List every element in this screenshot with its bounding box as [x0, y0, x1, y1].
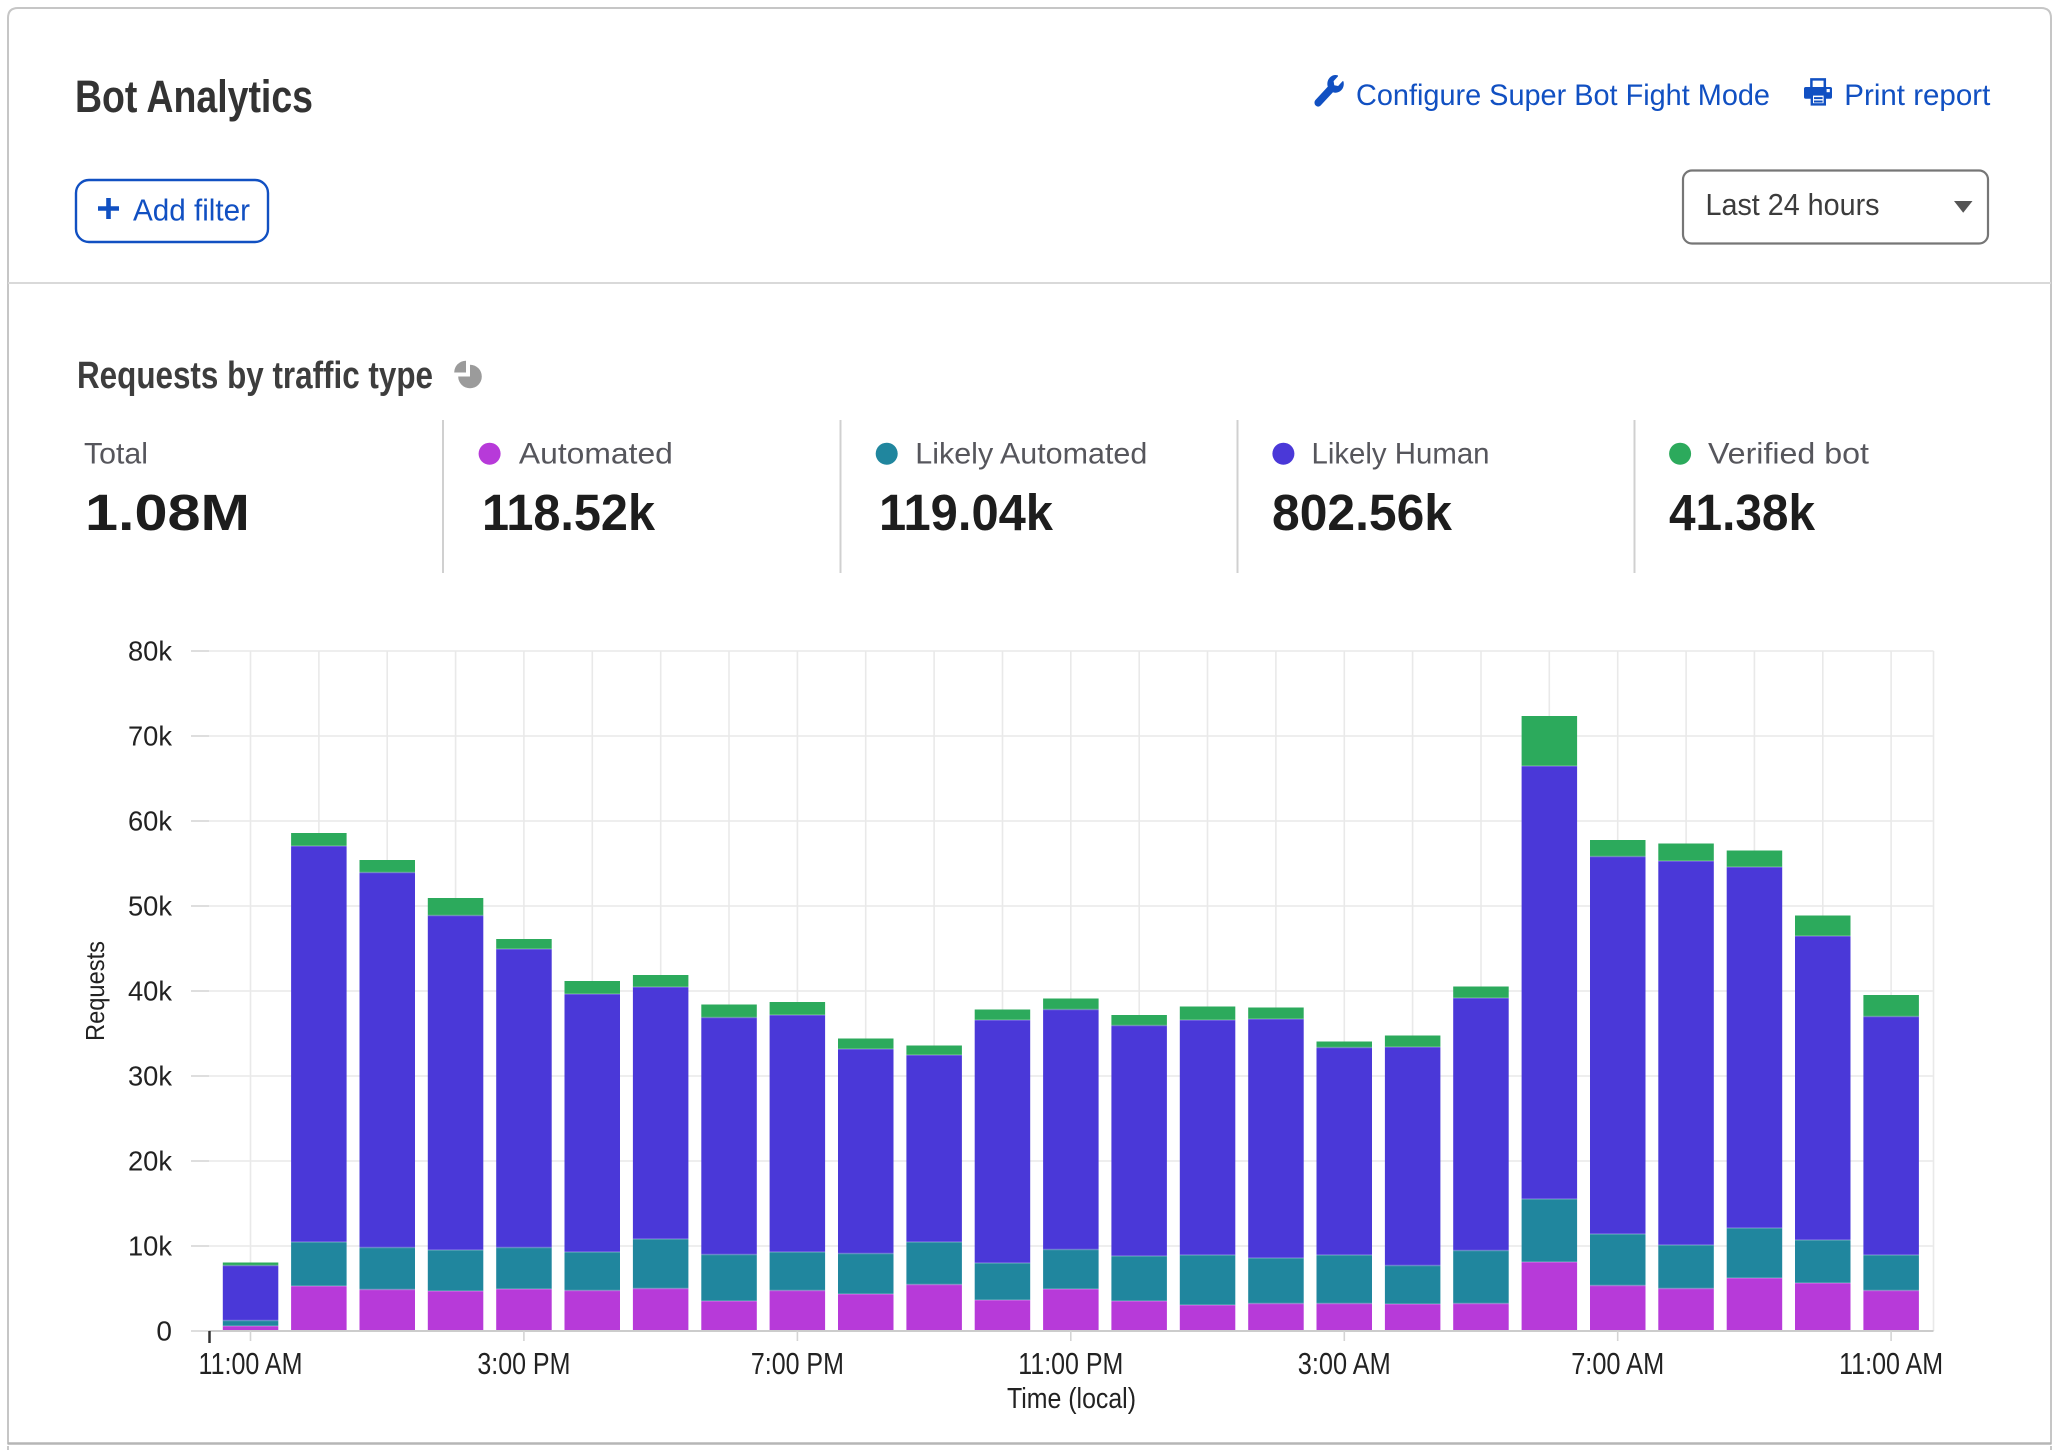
svg-text:11:00 AM: 11:00 AM: [1839, 1346, 1943, 1381]
svg-text:Verified bot: Verified bot: [1708, 438, 1870, 471]
svg-text:802.56k: 802.56k: [1272, 484, 1453, 541]
svg-text:10k: 10k: [128, 1231, 173, 1262]
svg-text:1.08M: 1.08M: [85, 484, 250, 541]
svg-text:Time (local): Time (local): [1007, 1383, 1136, 1415]
svg-text:Requests by traffic type: Requests by traffic type: [77, 355, 433, 397]
svg-text:11:00 AM: 11:00 AM: [199, 1346, 303, 1381]
svg-text:119.04k: 119.04k: [879, 484, 1054, 541]
svg-text:3:00 AM: 3:00 AM: [1298, 1346, 1391, 1381]
svg-text:Last 24 hours: Last 24 hours: [1706, 187, 1880, 222]
svg-text:41.38k: 41.38k: [1669, 484, 1816, 541]
svg-text:118.52k: 118.52k: [482, 484, 656, 541]
svg-text:20k: 20k: [128, 1146, 173, 1177]
svg-text:0: 0: [156, 1316, 172, 1347]
svg-text:Configure Super Bot Fight Mode: Configure Super Bot Fight Mode: [1356, 79, 1770, 112]
svg-text:3:00 PM: 3:00 PM: [477, 1346, 570, 1381]
svg-text:30k: 30k: [128, 1061, 173, 1092]
svg-text:60k: 60k: [128, 806, 173, 837]
svg-text:80k: 80k: [128, 636, 173, 667]
svg-text:Add filter: Add filter: [133, 192, 250, 227]
svg-text:Total: Total: [84, 438, 148, 471]
svg-text:7:00 AM: 7:00 AM: [1571, 1346, 1664, 1381]
svg-text:Likely Human: Likely Human: [1312, 438, 1490, 471]
svg-text:Likely Automated: Likely Automated: [915, 438, 1147, 471]
svg-text:50k: 50k: [128, 891, 173, 922]
svg-text:11:00 PM: 11:00 PM: [1018, 1346, 1123, 1381]
svg-text:Bot Analytics: Bot Analytics: [75, 71, 313, 122]
svg-text:40k: 40k: [128, 976, 173, 1007]
svg-text:70k: 70k: [128, 721, 173, 752]
svg-text:Automated: Automated: [519, 438, 673, 471]
svg-text:Requests: Requests: [80, 941, 110, 1041]
svg-text:Print report: Print report: [1844, 79, 1991, 112]
svg-text:7:00 PM: 7:00 PM: [751, 1346, 844, 1381]
